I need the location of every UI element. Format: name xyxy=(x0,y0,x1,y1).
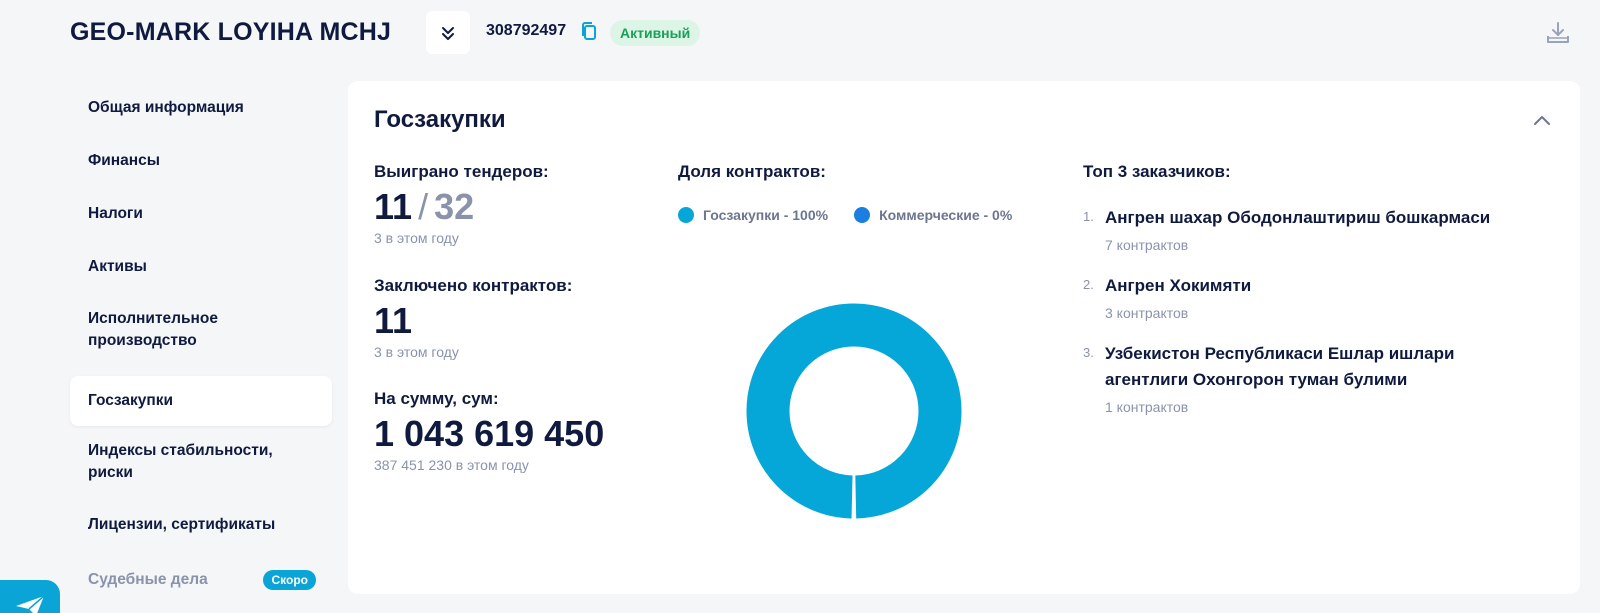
sidebar-item-label: Финансы xyxy=(88,152,160,169)
list-item-number: 1. xyxy=(1083,209,1094,224)
customer-contracts: 7 контрактов xyxy=(1105,237,1189,253)
sidebar-item-licenses[interactable]: Лицензии, сертификаты xyxy=(70,498,332,554)
tenders-value: 11/32 xyxy=(374,187,474,227)
card-title: Госзакупки xyxy=(374,106,506,133)
list-item[interactable]: 1. Ангрен шахар Ободонлаштириш бошкармас… xyxy=(1083,205,1563,273)
legend-item-procurement: Госзакупки - 100% xyxy=(678,207,828,223)
top-customers-title: Топ 3 заказчиков: xyxy=(1083,162,1231,181)
contracts-sub: 3 в этом году xyxy=(374,344,459,360)
sidebar-item-label: Лицензии, сертификаты xyxy=(88,516,276,533)
telegram-button[interactable] xyxy=(0,580,60,613)
tenders-sub: 3 в этом году xyxy=(374,230,459,246)
customer-name: Ангрен шахар Ободонлаштириш бошкармаси xyxy=(1105,208,1491,227)
sidebar-item-stability-risks[interactable]: Индексы стабильности, риски xyxy=(70,426,332,498)
sidebar-item-procurement[interactable]: Госзакупки xyxy=(70,376,332,426)
sidebar-item-label: Исполнительное производство xyxy=(88,310,218,349)
donut-slice-0 xyxy=(746,303,962,519)
contracts-share-donut-chart xyxy=(746,303,962,519)
telegram-icon xyxy=(16,595,45,613)
sidebar-item-label: Налоги xyxy=(88,205,143,222)
amount-label: На сумму, сум: xyxy=(374,389,499,408)
amount-value: 1 043 619 450 xyxy=(374,413,605,454)
list-item[interactable]: 3. Узбекистон Республикаси Ешлар ишлари … xyxy=(1083,341,1563,421)
legend-dot xyxy=(854,207,871,223)
sidebar-nav: Общая информация Финансы Налоги Активы И… xyxy=(70,82,332,606)
tenders-won: 11 xyxy=(374,186,413,227)
page-header: GEO-MARK LOYIHA MCHJ 308792497 Активный xyxy=(0,0,1600,66)
sidebar-item-taxes[interactable]: Налоги xyxy=(70,188,332,241)
inn-number: 308792497 xyxy=(486,22,567,39)
company-name: GEO-MARK LOYIHA MCHJ xyxy=(70,18,392,46)
soon-badge: Скоро xyxy=(263,570,316,590)
double-chevron-down-icon xyxy=(442,26,454,40)
list-item-number: 2. xyxy=(1083,277,1094,292)
customer-name: Узбекистон Республикаси Ешлар ишлари аге… xyxy=(1105,344,1455,389)
sidebar-item-court-cases: Судебные дела Скоро xyxy=(70,554,332,606)
contracts-label: Заключено контрактов: xyxy=(374,276,573,295)
sidebar-item-label: Госзакупки xyxy=(88,392,174,409)
sidebar-item-enforcement[interactable]: Исполнительное производство xyxy=(70,294,320,376)
legend-dot xyxy=(678,207,694,223)
chart-legend: Госзакупки - 100% Коммерческие - 0% xyxy=(678,207,1012,223)
contracts-value: 11 xyxy=(374,300,413,341)
download-icon[interactable] xyxy=(1545,20,1571,46)
chevron-up-icon[interactable] xyxy=(1530,109,1554,133)
expand-details-button[interactable] xyxy=(426,11,470,54)
legend-label: Коммерческие - 0% xyxy=(879,207,1013,223)
customer-contracts: 1 контрактов xyxy=(1105,399,1189,415)
share-title: Доля контрактов: xyxy=(678,162,826,181)
sidebar-item-label: Активы xyxy=(88,258,147,275)
sidebar-item-general[interactable]: Общая информация xyxy=(70,82,332,135)
tenders-separator: / xyxy=(418,186,429,227)
list-item-number: 3. xyxy=(1083,345,1094,360)
sidebar-item-label: Общая информация xyxy=(88,99,244,116)
legend-label: Госзакупки - 100% xyxy=(703,207,829,223)
copy-icon[interactable] xyxy=(580,22,598,42)
sidebar-item-label: Индексы стабильности, риски xyxy=(88,442,273,481)
sidebar-item-assets[interactable]: Активы xyxy=(70,241,332,294)
top-customers-list: 1. Ангрен шахар Ободонлаштириш бошкармас… xyxy=(1083,205,1563,421)
sidebar-item-finance[interactable]: Финансы xyxy=(70,135,332,188)
list-item[interactable]: 2. Ангрен Хокимяти 3 контрактов xyxy=(1083,273,1563,341)
tenders-total: 32 xyxy=(434,186,475,227)
amount-sub: 387 451 230 в этом году xyxy=(374,457,529,473)
procurement-card: Госзакупки Выиграно тендеров: 11/32 3 в … xyxy=(348,81,1580,594)
customer-contracts: 3 контрактов xyxy=(1105,305,1189,321)
legend-item-commercial: Коммерческие - 0% xyxy=(854,207,1012,223)
tenders-label: Выиграно тендеров: xyxy=(374,162,549,181)
sidebar-item-label: Судебные дела xyxy=(88,571,208,588)
status-badge: Активный xyxy=(610,20,701,46)
customer-name: Ангрен Хокимяти xyxy=(1105,276,1252,295)
